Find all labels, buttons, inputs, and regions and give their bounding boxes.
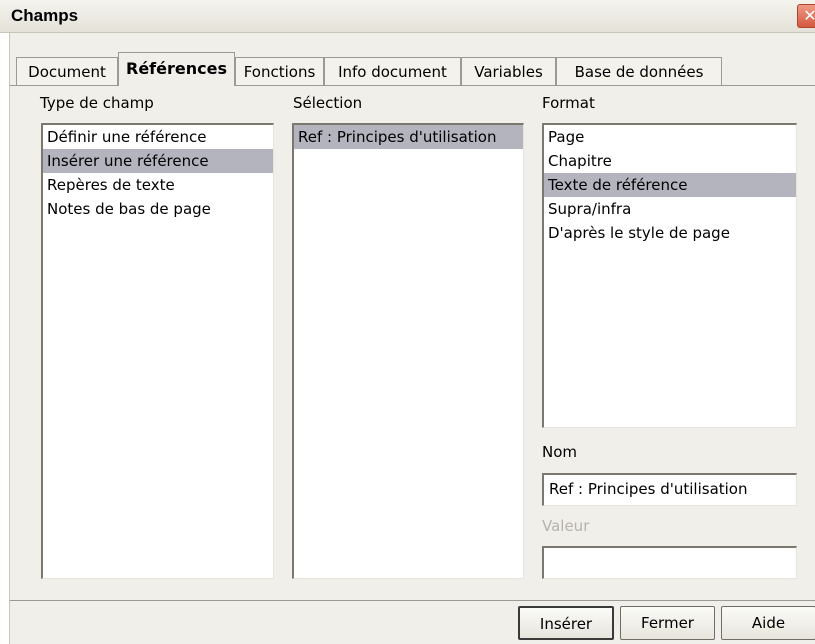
list-item[interactable]: Texte de référence bbox=[544, 173, 796, 197]
tab-document[interactable]: Document bbox=[16, 57, 118, 85]
format-list[interactable]: Page Chapitre Texte de référence Supra/i… bbox=[542, 123, 797, 428]
close-icon[interactable]: ✕ bbox=[797, 4, 815, 28]
list-item[interactable]: Insérer une référence bbox=[43, 149, 273, 173]
close-button[interactable]: Fermer bbox=[620, 606, 715, 640]
tab-fonctions[interactable]: Fonctions bbox=[235, 57, 324, 85]
valeur-label: Valeur bbox=[542, 517, 590, 535]
list-item[interactable]: Repères de texte bbox=[43, 173, 273, 197]
tab-base-de-donnees[interactable]: Base de données bbox=[556, 57, 722, 85]
list-item[interactable]: Page bbox=[544, 125, 796, 149]
nom-field[interactable]: Ref : Principes d'utilisation bbox=[542, 473, 797, 506]
format-label: Format bbox=[542, 94, 595, 112]
list-item[interactable]: Notes de bas de page bbox=[43, 197, 273, 221]
type-de-champ-label: Type de champ bbox=[40, 94, 154, 112]
insert-button[interactable]: Insérer bbox=[518, 606, 614, 640]
list-item[interactable]: Ref : Principes d'utilisation bbox=[294, 125, 523, 149]
tab-references[interactable]: Références bbox=[118, 52, 235, 86]
tab-info-document[interactable]: Info document bbox=[324, 57, 461, 85]
list-item[interactable]: Supra/infra bbox=[544, 197, 796, 221]
window-title: Champs bbox=[11, 6, 79, 25]
valeur-field[interactable] bbox=[542, 546, 797, 579]
list-item[interactable]: Chapitre bbox=[544, 149, 796, 173]
selection-label: Sélection bbox=[293, 94, 363, 112]
list-item[interactable]: Définir une référence bbox=[43, 125, 273, 149]
selection-list[interactable]: Ref : Principes d'utilisation bbox=[292, 123, 524, 579]
title-bar: Champs ✕ bbox=[0, 0, 815, 33]
help-button[interactable]: Aide bbox=[721, 606, 815, 640]
panel-separator bbox=[10, 600, 815, 601]
type-de-champ-list[interactable]: Définir une référence Insérer une référe… bbox=[41, 123, 274, 579]
nom-label: Nom bbox=[542, 443, 578, 461]
dialog-body: Document Références Fonctions Info docum… bbox=[9, 33, 815, 644]
tab-variables[interactable]: Variables bbox=[461, 57, 556, 85]
list-item[interactable]: D'après le style de page bbox=[544, 221, 796, 245]
